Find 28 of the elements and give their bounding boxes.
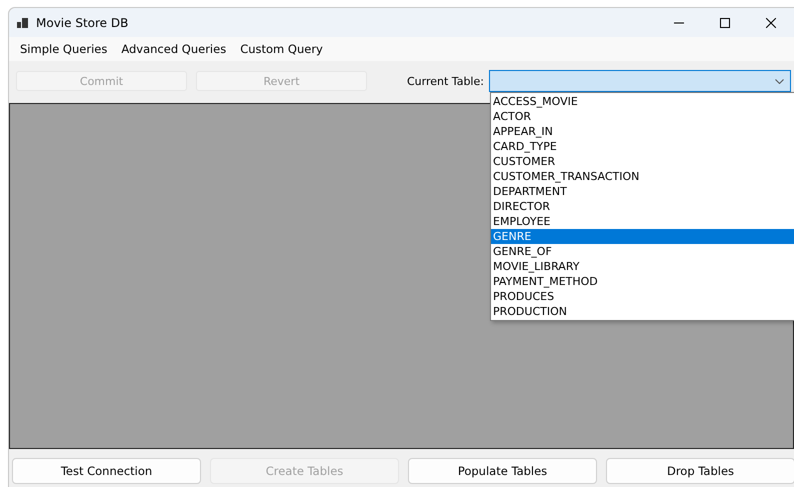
dropdown-option[interactable]: GENRE (491, 229, 794, 244)
current-table-label: Current Table: (407, 74, 485, 88)
dropdown-option[interactable]: APPEAR_IN (491, 124, 794, 139)
dropdown-option[interactable]: PRODUCTION (491, 304, 794, 319)
dropdown-option[interactable]: GENRE_OF (491, 244, 794, 259)
table-dropdown[interactable] (489, 70, 791, 92)
dropdown-option[interactable]: EMPLOYEE (491, 214, 794, 229)
dropdown-option[interactable]: ACCESS_MOVIE (491, 94, 794, 109)
dropdown-option[interactable]: DEPARTMENT (491, 184, 794, 199)
dropdown-option[interactable]: CUSTOMER (491, 154, 794, 169)
window-title: Movie Store DB (36, 16, 130, 30)
dropdown-option[interactable]: MOVIE_LIBRARY (491, 259, 794, 274)
maximize-icon (720, 18, 730, 28)
action-button[interactable]: Test Connection (12, 458, 201, 484)
app-icon (17, 18, 28, 28)
dropdown-option[interactable]: PAYMENT_METHOD (491, 274, 794, 289)
action-button[interactable]: Drop Tables (606, 458, 794, 484)
dropdown-option[interactable]: CUSTOMER_TRANSACTION (491, 169, 794, 184)
dropdown-option[interactable]: ACTOR (491, 109, 794, 124)
dropdown-option[interactable]: DIRECTOR (491, 199, 794, 214)
menu-item[interactable]: Custom Query (233, 39, 330, 59)
menu-item[interactable]: Simple Queries (13, 39, 114, 59)
close-icon (766, 18, 776, 28)
dropdown-option[interactable]: CARD_TYPE (491, 139, 794, 154)
chevron-down-icon (775, 78, 784, 84)
menu-item[interactable]: Advanced Queries (114, 39, 234, 59)
action-button[interactable]: Populate Tables (408, 458, 597, 484)
dropdown-option[interactable]: PRODUCES (491, 289, 794, 304)
